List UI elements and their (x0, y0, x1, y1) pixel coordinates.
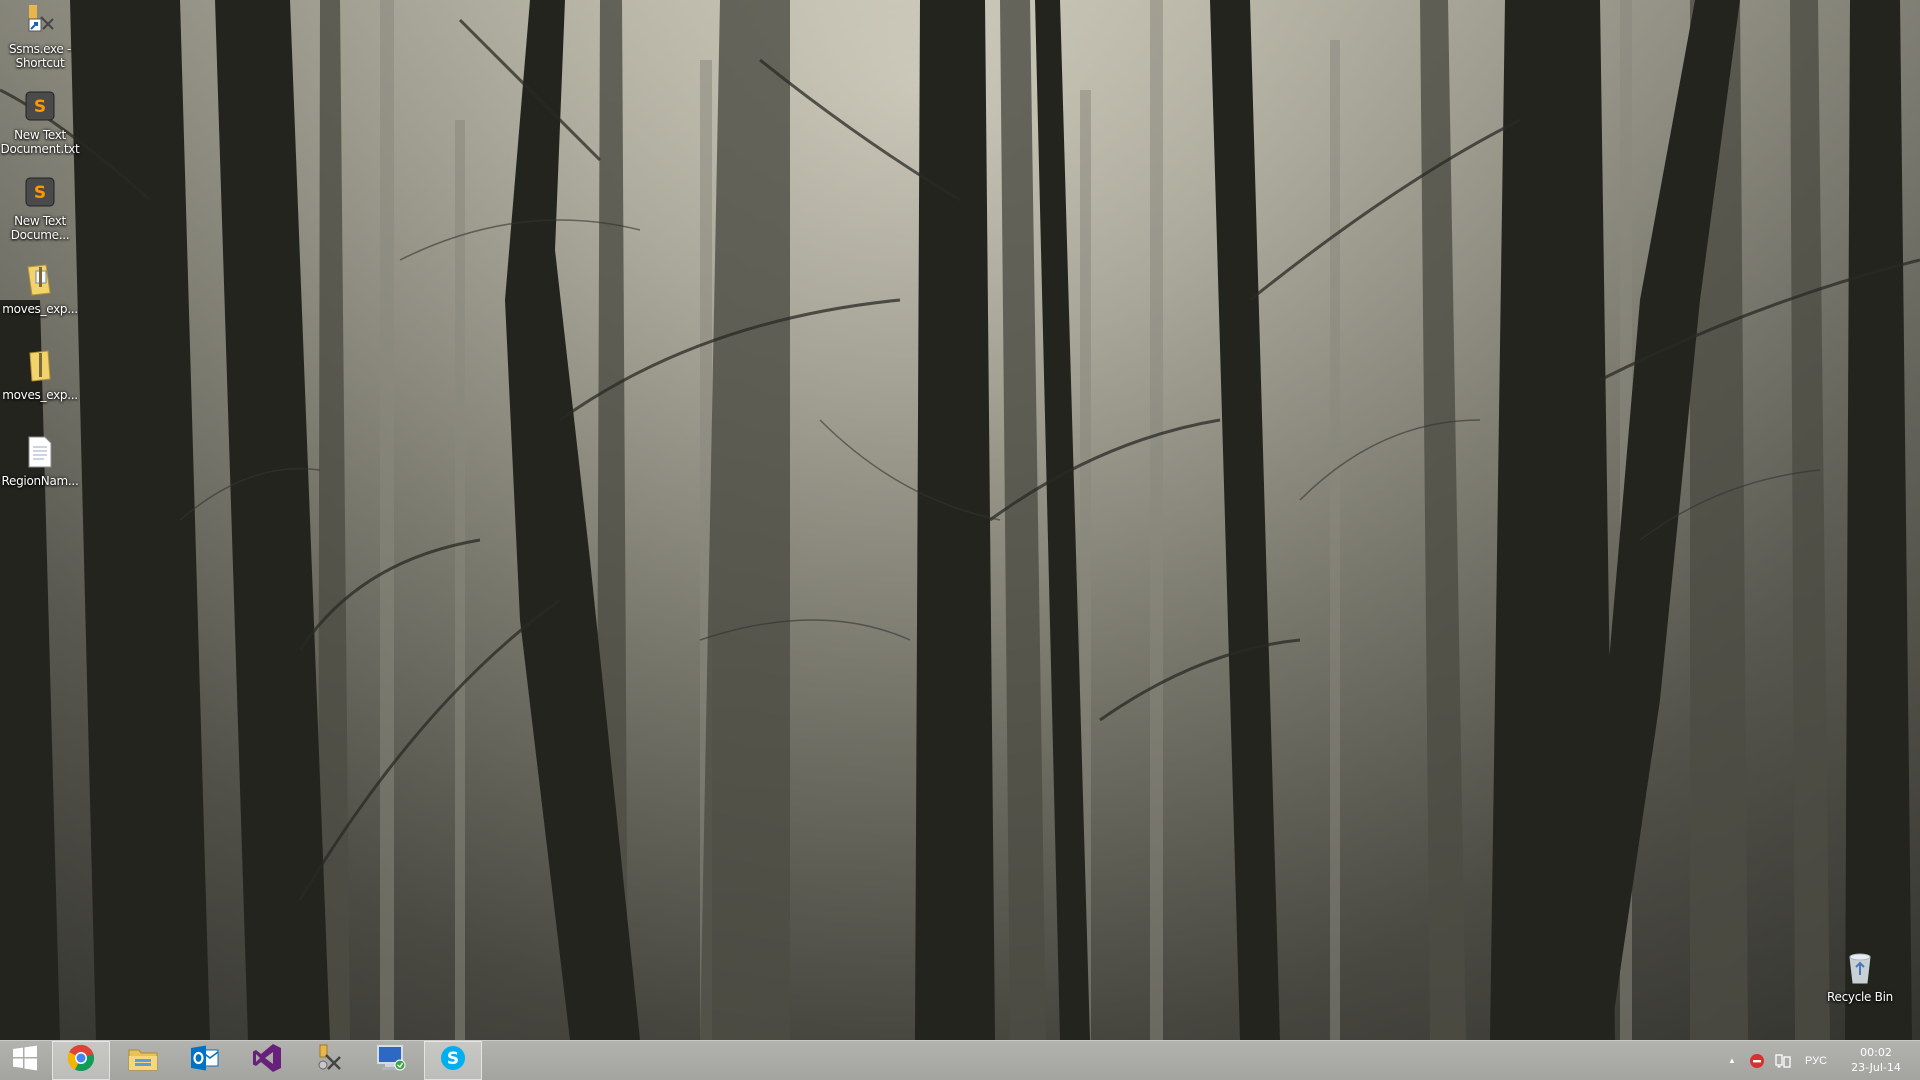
taskbar-ssms-button[interactable] (300, 1041, 358, 1080)
desktop-icon-recycle-bin[interactable]: Recycle Bin (1820, 950, 1900, 1004)
desktop-icon-label: RegionNam... (1, 474, 79, 488)
svg-text:S: S (447, 1049, 459, 1069)
sublime-text-icon: S (22, 88, 58, 124)
desktop-icon-ssms-shortcut[interactable]: Ssms.exe - Shortcut (0, 2, 80, 70)
windows-logo-icon (12, 1045, 38, 1076)
sublime-text-icon: S (22, 174, 58, 210)
desktop-icon-moves-exp-2[interactable]: moves_exp... (0, 348, 80, 402)
svg-text:S: S (34, 97, 46, 117)
wallpaper-forest (0, 0, 1920, 1040)
taskbar-skype-button[interactable]: S (424, 1041, 482, 1080)
desktop-icon-label: New Text Document.txt (0, 128, 80, 156)
file-explorer-icon (127, 1044, 159, 1077)
zip-folder-icon (22, 348, 58, 384)
outlook-icon (190, 1044, 220, 1077)
desktop-icon-label: moves_exp... (2, 302, 78, 316)
show-hidden-icons-button[interactable]: ▲ (1724, 1041, 1740, 1080)
text-file-icon (22, 434, 58, 470)
desktop-icon-label: New Text Docume... (10, 214, 70, 242)
desktop-icon-label: moves_exp... (2, 388, 78, 402)
chrome-icon (67, 1044, 95, 1077)
taskbar-visual-studio-button[interactable] (238, 1041, 296, 1080)
svg-text:S: S (34, 183, 46, 203)
taskbar-file-explorer-button[interactable] (114, 1041, 172, 1080)
taskbar: S ▲ РУС 00:02 23-Jul-14 (0, 1040, 1920, 1080)
desktop[interactable]: Ssms.exe - Shortcut S New Text Document.… (0, 0, 1920, 1040)
ssms-icon (314, 1043, 344, 1078)
clock[interactable]: 00:02 23-Jul-14 (1848, 1045, 1904, 1075)
taskbar-chrome-button[interactable] (52, 1041, 110, 1080)
start-button[interactable] (0, 1041, 50, 1080)
desktop-icon-region-names[interactable]: RegionNam... (0, 434, 80, 488)
tray-network-icon[interactable] (1772, 1041, 1794, 1080)
skype-icon: S (439, 1044, 467, 1077)
desktop-icon-label: Ssms.exe - Shortcut (8, 42, 72, 70)
language-label: РУС (1804, 1054, 1828, 1067)
zip-folder-icon (22, 262, 58, 298)
red-alert-icon (1750, 1053, 1764, 1068)
desktop-icon-label: Recycle Bin (1827, 990, 1893, 1004)
tray-notification-icon[interactable] (1746, 1041, 1768, 1080)
visual-studio-icon (252, 1043, 282, 1078)
chevron-up-icon: ▲ (1728, 1056, 1736, 1065)
remote-desktop-icon (375, 1043, 407, 1078)
desktop-icon-moves-exp-1[interactable]: moves_exp... (0, 262, 80, 316)
desktop-icon-new-text-document-txt[interactable]: S New Text Document.txt (0, 88, 80, 156)
clock-date: 23-Jul-14 (1851, 1061, 1901, 1074)
taskbar-outlook-button[interactable] (176, 1041, 234, 1080)
clock-time: 00:02 (1860, 1046, 1892, 1059)
taskbar-remote-desktop-button[interactable] (362, 1041, 420, 1080)
network-icon (1775, 1053, 1791, 1068)
desktop-icon-new-text-document[interactable]: S New Text Docume... (0, 174, 80, 242)
recycle-bin-icon (1842, 950, 1878, 986)
input-language-indicator[interactable]: РУС (1800, 1041, 1832, 1080)
ssms-shortcut-icon (22, 2, 58, 38)
